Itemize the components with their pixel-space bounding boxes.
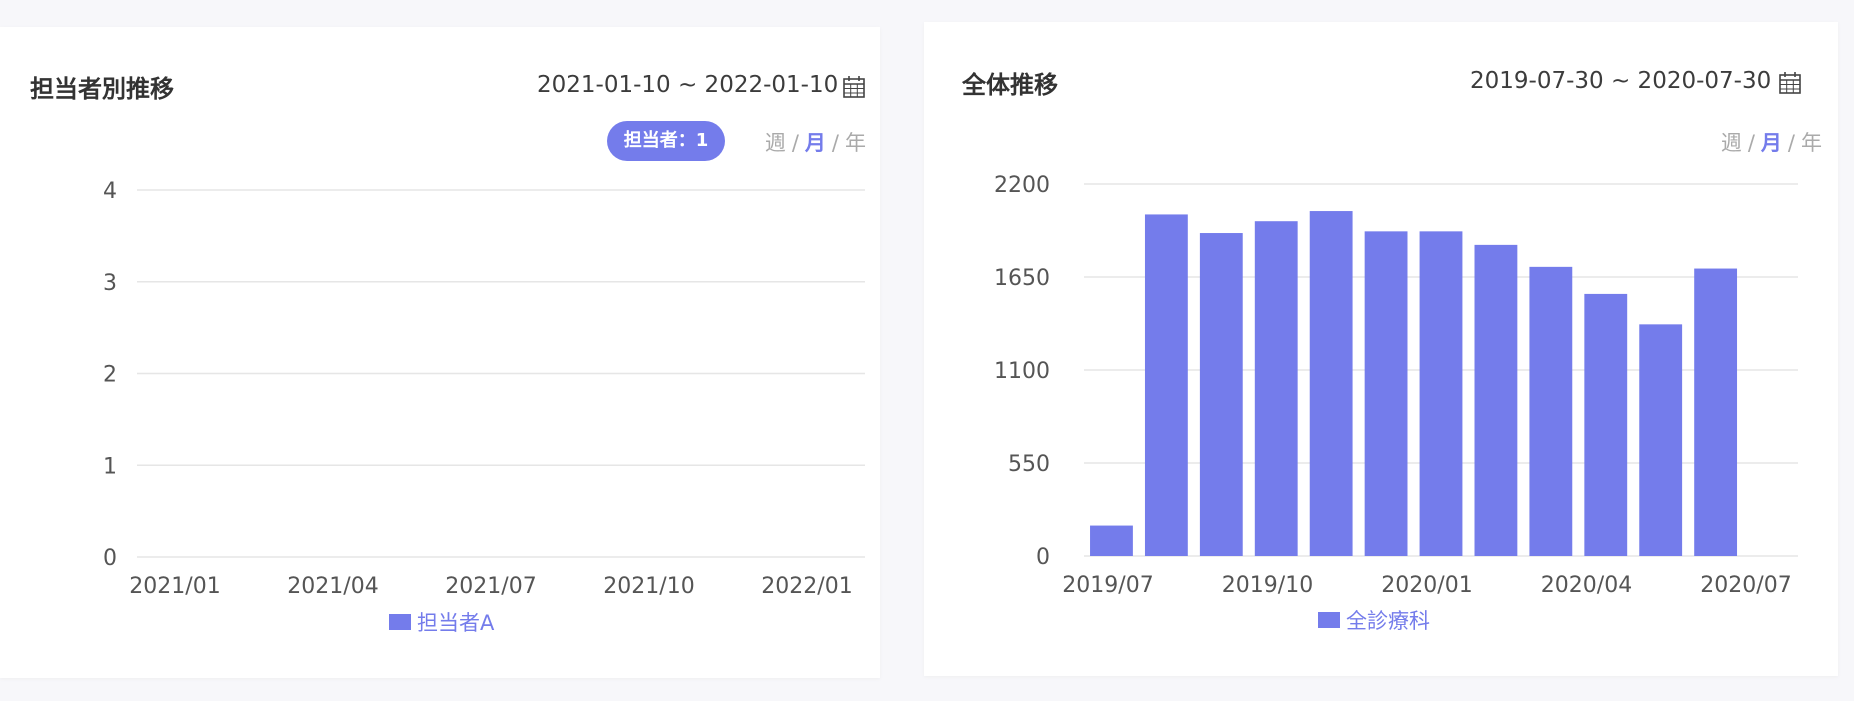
y-tick-label: 3 <box>103 271 117 296</box>
bar <box>1090 525 1133 556</box>
bar <box>1474 244 1518 556</box>
legend-swatch <box>389 614 411 630</box>
bar <box>1584 293 1628 556</box>
bar <box>1254 221 1298 556</box>
chart-legend[interactable]: 全診療科 <box>1318 605 1430 635</box>
bar <box>1199 233 1243 556</box>
x-tick-label: 2020/07 <box>1700 573 1791 598</box>
y-tick-label: 4 <box>103 179 117 204</box>
x-tick-label: 2021/04 <box>287 574 378 599</box>
legend-label: 担当者A <box>417 611 495 635</box>
y-tick-label: 2 <box>103 363 117 388</box>
y-tick-label: 0 <box>103 546 117 571</box>
legend-swatch <box>1318 612 1340 628</box>
legend-label: 全診療科 <box>1346 609 1430 633</box>
bar <box>1694 268 1738 556</box>
assignee-bar-chart: 0 1 2 3 4 2021/01 2021/04 2021/07 2021/10 2022/01 <box>103 179 865 599</box>
x-tick-label: 2021/01 <box>129 574 220 599</box>
overall-bar-chart: 0 550 1100 1650 2200 2019/07 2019/10 2020/01 202… <box>994 173 1798 598</box>
y-tick-label: 2200 <box>994 173 1050 198</box>
x-tick-label: 2021/10 <box>603 574 694 599</box>
y-tick-label: 0 <box>1036 545 1050 570</box>
bar <box>1309 211 1353 556</box>
x-tick-label: 2020/01 <box>1381 573 1472 598</box>
x-tick-label: 2019/10 <box>1222 573 1313 598</box>
assignee-trend-panel: 担当者別推移 2021-01-10 ~ 2022-01-10 担当者：1 週 / 月… <box>0 27 880 678</box>
bar <box>1419 231 1463 556</box>
overall-trend-panel: 全体推移 2019-07-30 ~ 2020-07-30 週 / 月 / 年 0 550 1… <box>924 22 1838 676</box>
bar <box>1639 324 1683 556</box>
x-tick-label: 2019/07 <box>1062 573 1153 598</box>
y-tick-label: 550 <box>1008 452 1050 477</box>
y-tick-label: 1 <box>103 454 117 479</box>
chart-legend[interactable]: 担当者A <box>389 607 494 637</box>
bar <box>1364 231 1408 556</box>
x-tick-label: 2021/07 <box>445 574 536 599</box>
x-tick-label: 2020/04 <box>1541 573 1632 598</box>
bar <box>1529 266 1573 556</box>
bar <box>1144 214 1188 556</box>
y-tick-label: 1650 <box>994 266 1050 291</box>
y-tick-label: 1100 <box>994 359 1050 384</box>
x-tick-label: 2022/01 <box>761 574 852 599</box>
